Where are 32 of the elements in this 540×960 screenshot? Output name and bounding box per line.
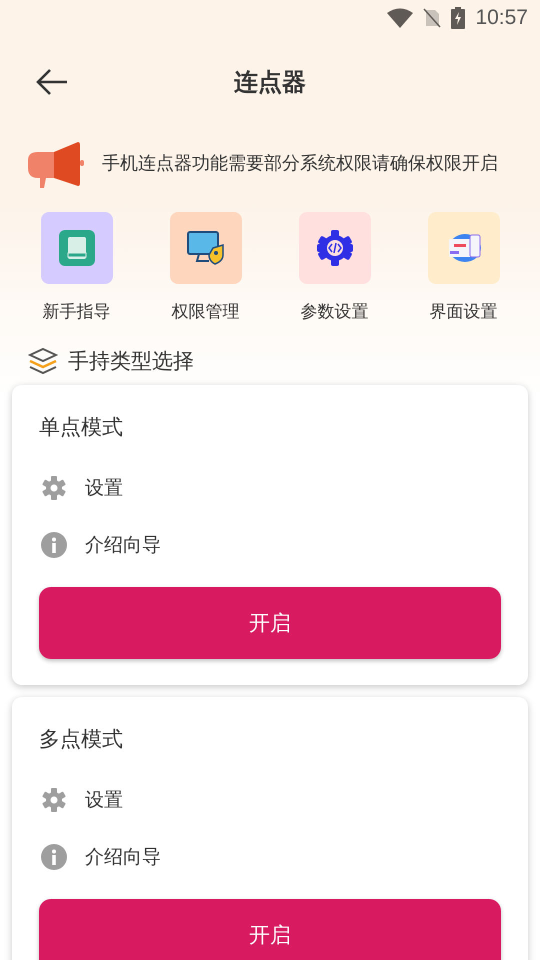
status-time: 10:57: [475, 6, 528, 30]
shortcut-tile[interactable]: [40, 212, 112, 284]
shortcut-tile[interactable]: [428, 212, 500, 284]
shortcut-label: 权限管理: [172, 301, 240, 323]
option-link[interactable]: 介绍向导: [85, 532, 161, 558]
shortcut-label: 界面设置: [430, 301, 498, 323]
card-title: 多点模式: [39, 726, 124, 753]
card-title: 单点模式: [39, 414, 124, 441]
book-icon: [58, 230, 94, 266]
option-link[interactable]: 设置: [85, 474, 123, 500]
enable-button[interactable]: 开启: [39, 587, 501, 659]
settings-icon: [41, 474, 67, 500]
no-sim-icon: [423, 8, 442, 28]
shortcut-tile[interactable]: [170, 212, 242, 284]
shortcut-tile[interactable]: [298, 212, 370, 284]
option-link[interactable]: 介绍向导: [85, 844, 161, 870]
info-icon: [41, 532, 67, 558]
back-arrow-icon[interactable]: [36, 68, 68, 96]
settings-icon: [41, 786, 67, 812]
section-title: 手持类型选择: [68, 348, 194, 375]
layers-icon: [28, 347, 58, 375]
battery-charging-icon: [451, 7, 466, 29]
enable-button[interactable]: 开启: [39, 899, 501, 960]
monitor-shield-icon: [186, 231, 224, 265]
notice-text: 手机连点器功能需要部分系统权限请确保权限开启: [102, 152, 498, 176]
page-title: 连点器: [234, 67, 306, 98]
wifi-icon: [387, 8, 414, 28]
info-icon: [41, 844, 67, 870]
shortcut-label: 参数设置: [300, 301, 368, 323]
shortcut-label: 新手指导: [42, 301, 110, 323]
code-gear-icon: [316, 230, 352, 266]
option-link[interactable]: 设置: [85, 786, 123, 812]
